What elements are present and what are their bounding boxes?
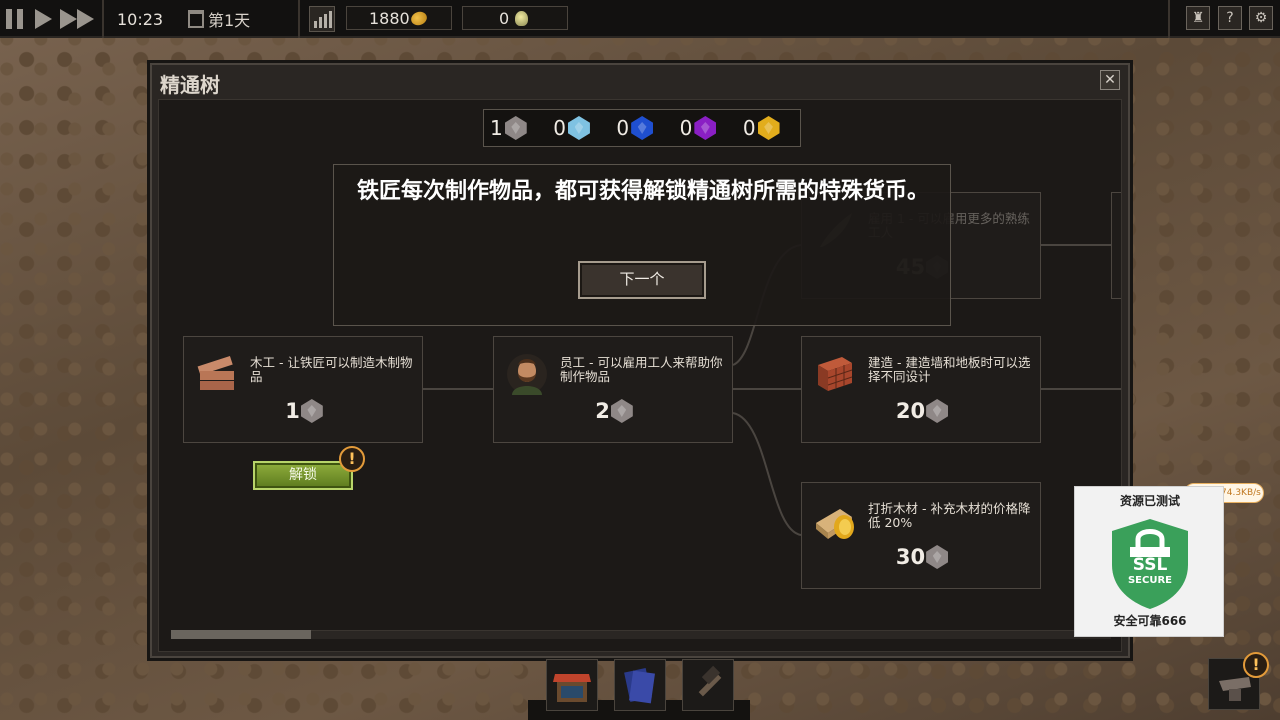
hammer-icon [698,665,722,697]
node-description: 员工 - 可以雇用工人来帮助你制作物品 [560,355,723,384]
pause-button[interactable] [6,9,24,29]
node-offscreen[interactable] [1111,192,1121,299]
bar-chart-icon [314,11,332,28]
shop-stall-icon [553,674,591,702]
top-bar: 10:23 第1天 1880 0 ♜ ? ⚙ [0,0,1280,38]
question-icon: ? [1226,10,1234,26]
connector-line [732,412,802,536]
fast-forward-icon [60,9,77,29]
close-button[interactable]: ✕ [1100,70,1120,90]
tutorial-popup: 铁匠每次制作物品，都可获得解锁精通树所需的特殊货币。 下一个 [333,164,951,326]
ssl-label: SSL [1132,555,1168,575]
light-blue-gem-icon [567,116,590,140]
settings-button[interactable]: ⚙ [1249,6,1273,30]
node-build[interactable]: 建造 - 建造墙和地板时可以选择不同设计 20 [801,336,1041,443]
currency-count: 0 [553,116,566,140]
node-discount-wood[interactable]: 打折木材 - 补充木材的价格降低 20% 30 [801,482,1041,589]
research-value: 0 [499,9,510,28]
tree-canvas[interactable]: 1 0 0 0 0 木工 - 让铁匠可以制造木制物品 1 解锁 ! 员工 - 可… [158,99,1122,652]
divider [1168,0,1170,38]
gear-icon: ⚙ [1254,10,1268,26]
purple-gem-icon [694,116,717,140]
tutorial-text: 铁匠每次制作物品，都可获得解锁精通树所需的特殊货币。 [356,179,929,204]
worker-portrait-icon [507,354,547,395]
fast-forward-button[interactable] [60,9,98,29]
worker-icon: ♜ [1191,10,1205,26]
cost-value: 30 [895,545,926,569]
node-description: 木工 - 让铁匠可以制造木制物品 [250,355,413,384]
divider [102,0,104,38]
coin-icon [409,9,429,28]
currency-gray: 1 [484,116,547,140]
research-display: 0 [462,6,568,30]
blueprints-button[interactable] [614,659,666,711]
inventory-warning-icon: ! [1243,652,1269,678]
planks-icon [197,355,234,390]
help-button[interactable]: ? [1218,6,1242,30]
node-woodwork[interactable]: 木工 - 让铁匠可以制造木制物品 1 [183,336,423,443]
close-icon: ✕ [1104,72,1116,88]
play-button[interactable] [34,9,54,29]
staff-button[interactable]: ♜ [1186,6,1210,30]
scrollbar-thumb[interactable] [171,630,311,639]
stats-button[interactable] [309,6,335,32]
currency-count: 1 [490,116,503,140]
gray-gem-icon [926,399,949,423]
gold-gem-icon [757,116,780,140]
mastery-currency-bar: 1 0 0 0 0 [483,109,801,147]
horizontal-scrollbar[interactable] [171,630,1111,639]
gray-gem-icon [504,116,527,140]
money-value: 1880 [369,9,410,28]
cost-value: 20 [895,399,926,423]
currency-count: 0 [616,116,630,140]
blue-gem-icon [631,116,654,140]
node-staff[interactable]: 员工 - 可以雇用工人来帮助你制作物品 2 [493,336,733,443]
gray-gem-icon [926,545,949,569]
currency-purple: 0 [674,116,737,140]
ssl-secure-label: SECURE [1127,575,1173,586]
node-cost: 1 [184,399,424,423]
currency-count: 0 [679,116,693,140]
ssl-title: 资源已测试 [1119,494,1180,508]
currency-gold: 0 [737,116,800,140]
currency-count: 0 [742,116,756,140]
currency-light-blue: 0 [547,116,610,140]
dialog-title: 精通树 [160,73,220,97]
cost-value: 1 [285,399,300,423]
node-cost: 20 [802,399,1042,423]
node-description: 建造 - 建造墙和地板时可以选择不同设计 [868,355,1031,384]
gray-gem-icon [300,399,323,423]
node-cost: 30 [802,545,1042,569]
bricks-icon [818,357,853,391]
wood-coin-icon [816,509,854,539]
day-counter: 第1天 [208,11,251,30]
money-display: 1880 [346,6,452,30]
node-cost: 2 [494,399,734,423]
play-icon [35,9,52,29]
clock-time: 10:23 [117,9,164,29]
cost-value: 2 [595,399,610,423]
build-button[interactable] [682,659,734,711]
calendar-icon [188,10,204,28]
lightbulb-icon [515,11,528,26]
ssl-footer: 安全可靠666 [1113,614,1187,628]
shop-button[interactable] [546,659,598,711]
gray-gem-icon [610,399,633,423]
warning-icon: ! [339,446,365,472]
node-description: 打折木材 - 补充木材的价格降低 20% [868,501,1031,530]
currency-blue: 0 [610,116,673,140]
next-button[interactable]: 下一个 [578,261,706,299]
ssl-badge: 资源已测试 SSL SECURE 安全可靠666 [1074,486,1224,637]
blueprint-cards-icon [624,668,655,704]
divider [298,0,300,38]
unlock-button[interactable]: 解锁 [253,461,353,490]
mastery-tree-dialog: 精通树 ✕ 1 0 0 0 0 木工 - 让铁匠可以制造木制物品 1 解锁 ! … [150,63,1130,658]
